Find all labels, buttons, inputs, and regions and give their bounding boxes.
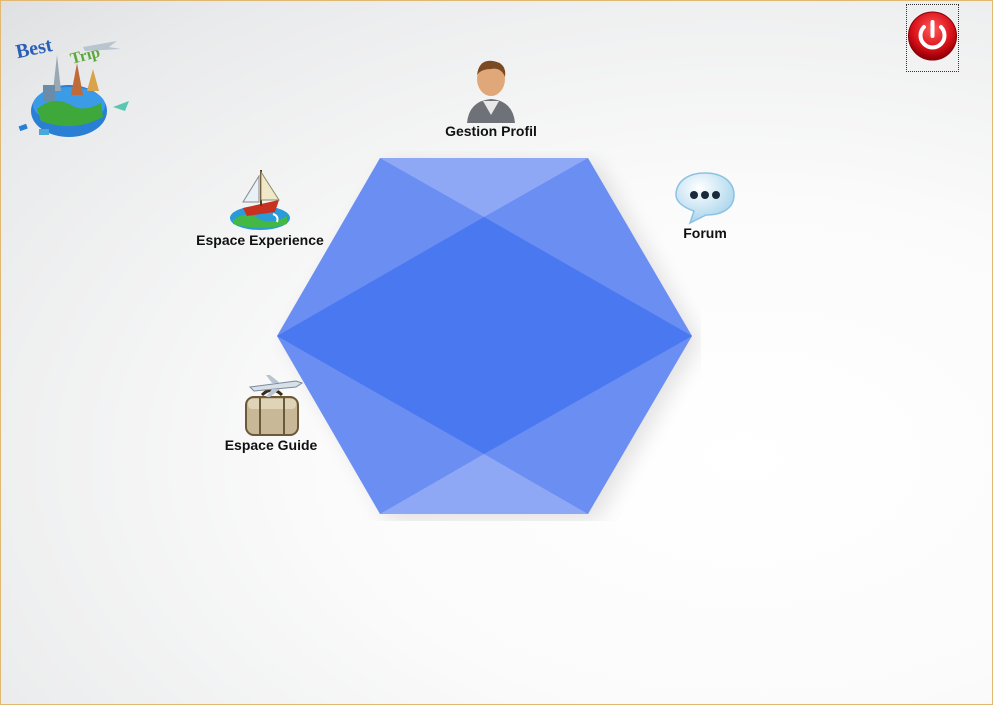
luggage-plane-icon bbox=[245, 375, 304, 436]
app-window: Best Trip Gestion Profil Forum Espace Ex… bbox=[0, 0, 993, 705]
nav-espace-guide-label: Espace Guide bbox=[224, 437, 318, 453]
user-avatar-icon bbox=[467, 60, 515, 123]
nav-espace-experience-label: Espace Experience bbox=[196, 232, 324, 248]
power-button[interactable] bbox=[906, 4, 959, 72]
chat-bubble-icon bbox=[675, 172, 735, 225]
nav-gestion-profil[interactable]: Gestion Profil bbox=[431, 57, 551, 139]
nav-gestion-profil-label: Gestion Profil bbox=[445, 123, 537, 139]
nav-forum-label: Forum bbox=[683, 225, 727, 241]
nav-forum[interactable]: Forum bbox=[661, 169, 749, 241]
best-trip-logo: Best Trip bbox=[13, 25, 137, 139]
nav-espace-experience[interactable]: Espace Experience bbox=[187, 166, 333, 248]
power-icon bbox=[908, 11, 957, 61]
nav-espace-guide[interactable]: Espace Guide bbox=[213, 373, 329, 453]
hexagon-graphic bbox=[271, 151, 701, 521]
logo-best-text: Best bbox=[14, 34, 55, 63]
sailboat-globe-icon bbox=[230, 170, 290, 230]
